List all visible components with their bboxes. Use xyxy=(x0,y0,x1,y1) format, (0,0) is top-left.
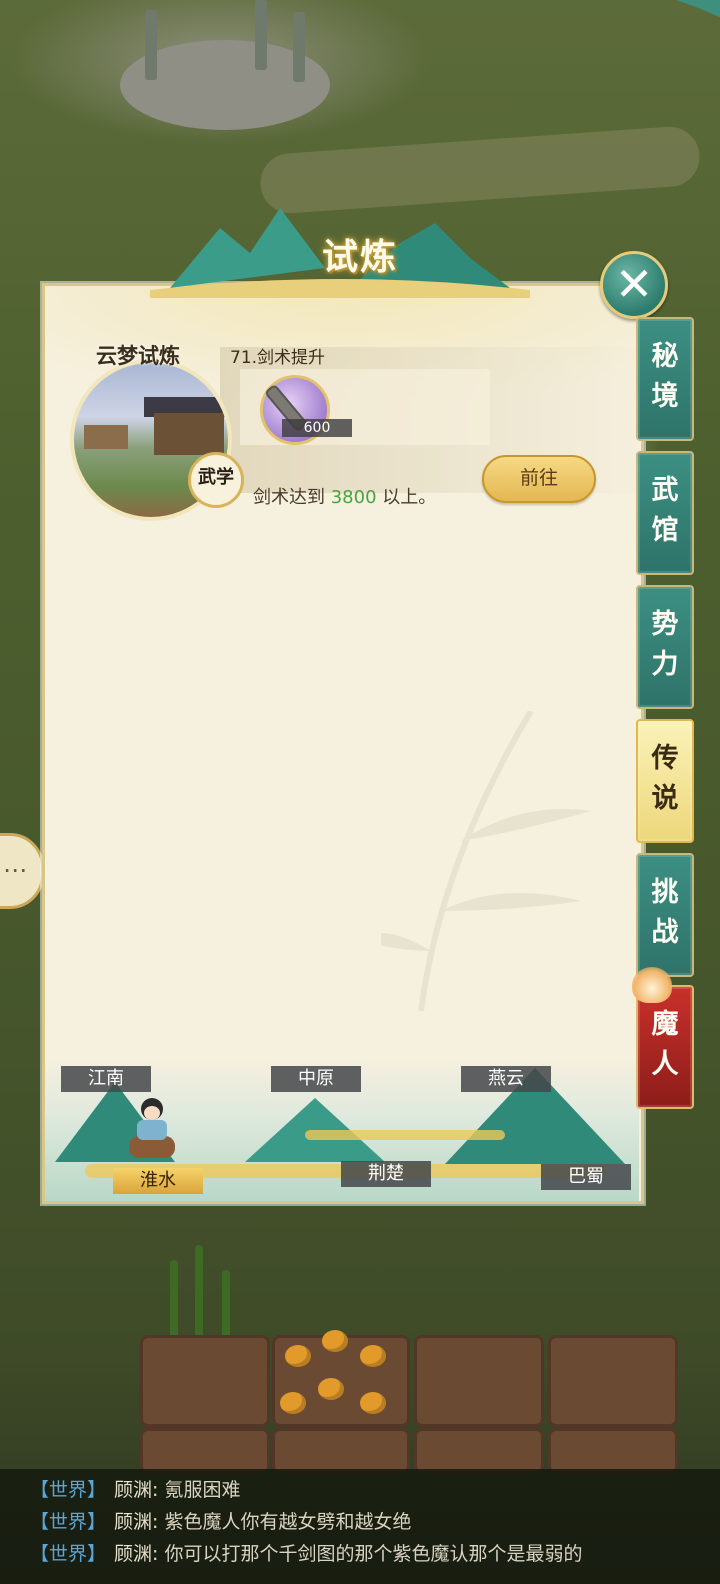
requirement-text: 剑术达到 3800 以上。 xyxy=(253,483,436,509)
farm-plot xyxy=(414,1335,544,1427)
region-bashu[interactable]: 巴蜀 xyxy=(541,1164,631,1190)
tab-label-char: 馆 xyxy=(651,515,679,546)
player-on-horse xyxy=(127,1098,177,1160)
farm-plot xyxy=(272,1428,410,1474)
tab-wuguan[interactable]: 武 馆 xyxy=(636,451,694,575)
tab-label-char: 武 xyxy=(651,475,679,506)
player-face xyxy=(144,1106,160,1120)
pumpkin xyxy=(360,1392,386,1414)
farm-plot xyxy=(140,1428,270,1474)
tab-label-char: 势 xyxy=(651,609,679,640)
tab-label-char: 战 xyxy=(651,917,679,948)
trial-subtitle: 71.剑术提升 xyxy=(230,348,326,368)
chat-user: 顾渊: xyxy=(114,1479,159,1501)
pumpkin xyxy=(280,1392,306,1414)
region-jingchu[interactable]: 荆楚 xyxy=(341,1161,431,1187)
chat-message: 【世界】 顾渊: 紫色魔人你有越女劈和越女绝 xyxy=(30,1507,411,1534)
pumpkin xyxy=(360,1345,386,1367)
farm-plot xyxy=(140,1335,270,1427)
chat-text: 紫色魔人你有越女劈和越女绝 xyxy=(164,1511,412,1533)
farm-plot xyxy=(548,1335,678,1427)
requirement-value: 3800 xyxy=(330,487,377,508)
world-chat[interactable]: 【世界】 顾渊: 氪服困难 【世界】 顾渊: 紫色魔人你有越女劈和越女绝 【世界】顾… xyxy=(0,1469,720,1584)
stone-pillar xyxy=(255,0,267,70)
tab-label-char: 境 xyxy=(651,381,679,412)
close-button[interactable]: ✕ xyxy=(600,251,668,319)
reward-count: 600 xyxy=(282,419,352,437)
pumpkin xyxy=(285,1345,311,1367)
scene-house xyxy=(154,413,224,455)
tab-label-char: 人 xyxy=(651,1049,679,1080)
category-badge: 武学 xyxy=(188,452,244,508)
tab-moren[interactable]: 魔 人 xyxy=(632,967,694,1109)
chat-channel: 【世界】 xyxy=(30,1543,107,1565)
flame-icon xyxy=(632,967,672,1003)
tab-label-char: 魔 xyxy=(651,1009,679,1040)
tab-label-char: 传 xyxy=(651,743,679,774)
chat-text: 你可以打那个千剑图的那个紫色魔认那个是最弱的 xyxy=(164,1543,583,1565)
tab-tiaozhan[interactable]: 挑 战 xyxy=(636,853,694,977)
region-zhongyuan[interactable]: 中原 xyxy=(271,1066,361,1092)
farm-plot xyxy=(548,1428,678,1474)
tab-mijing[interactable]: 秘 境 xyxy=(636,317,694,441)
tab-shili[interactable]: 势 力 xyxy=(636,585,694,709)
chat-text: 氪服困难 xyxy=(164,1479,241,1501)
trial-card: 云梦试炼 71.剑术提升 武学 600 剑术达到 3800 以上。 前往 xyxy=(70,337,660,521)
tab-label-char: 秘 xyxy=(651,341,679,372)
bamboo-watermark xyxy=(381,711,591,1011)
tab-label-char: 力 xyxy=(651,649,679,680)
tab-chuanshuo[interactable]: 传 说 xyxy=(636,719,694,843)
go-button[interactable]: 前往 xyxy=(482,455,596,503)
tab-label-char: 挑 xyxy=(651,877,679,908)
region-map: 江南 中原 燕云 淮水 荆楚 巴蜀 xyxy=(45,1058,639,1201)
chat-bubble-icon: ⋯ xyxy=(3,856,27,884)
farm-plot xyxy=(414,1428,544,1474)
region-yanyun[interactable]: 燕云 xyxy=(461,1066,551,1092)
trial-name: 云梦试炼 xyxy=(96,344,180,368)
requirement-prefix: 剑术达到 xyxy=(253,487,331,508)
region-jiangnan[interactable]: 江南 xyxy=(61,1066,151,1092)
chat-channel: 【世界】 xyxy=(30,1479,107,1501)
chat-user: 顾渊: xyxy=(114,1543,159,1565)
region-huaishui[interactable]: 淮水 xyxy=(113,1168,203,1194)
scene-house xyxy=(84,425,128,449)
stone-pillar xyxy=(293,12,305,82)
chat-channel: 【世界】 xyxy=(30,1511,107,1533)
player-body xyxy=(137,1120,167,1140)
golden-cloud xyxy=(305,1130,505,1140)
stone-pillar xyxy=(145,10,157,80)
pumpkin xyxy=(322,1330,348,1352)
close-icon: ✕ xyxy=(614,257,654,311)
pumpkin xyxy=(318,1378,344,1400)
tab-label-char: 说 xyxy=(651,783,679,814)
chat-message: 【世界】 顾渊: 氪服困难 xyxy=(30,1475,240,1502)
chat-message: 【世界】 顾渊: 你可以打那个千剑图的那个紫色魔认那个是最弱的 xyxy=(30,1539,582,1566)
chat-user: 顾渊: xyxy=(114,1511,159,1533)
requirement-suffix: 以上。 xyxy=(376,487,437,508)
